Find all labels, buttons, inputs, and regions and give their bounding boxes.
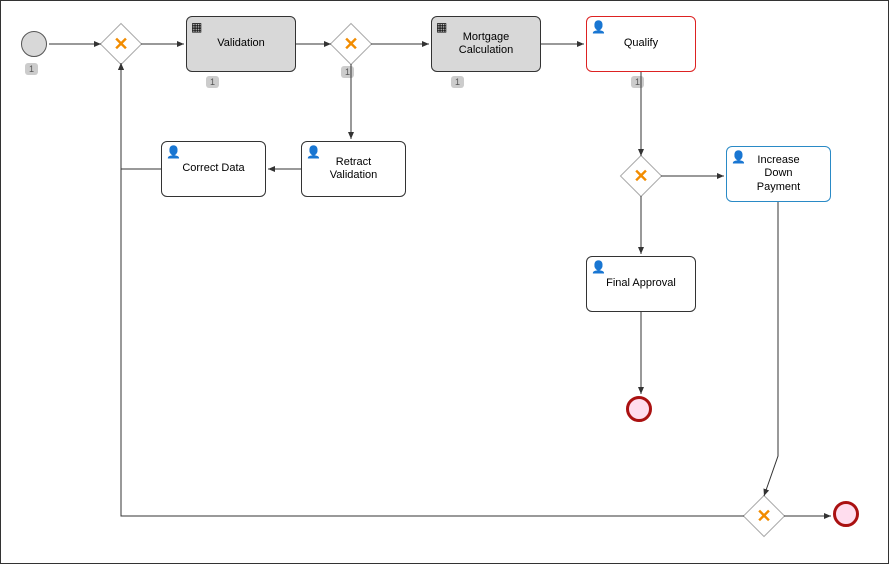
task-correct-label: Correct Data	[182, 162, 244, 175]
task-mortgage-calculation[interactable]: ▦ Mortgage Calculation	[431, 16, 541, 72]
gateway-4[interactable]: ✕	[749, 501, 779, 531]
user-icon: 👤	[306, 145, 321, 159]
gateway-3[interactable]: ✕	[626, 161, 656, 191]
end-event-1[interactable]	[626, 396, 652, 422]
task-qualify[interactable]: 👤 Qualify	[586, 16, 696, 72]
badge-start: 1	[25, 63, 38, 75]
task-increase-down-payment[interactable]: 👤 Increase Down Payment	[726, 146, 831, 202]
task-mortgage-label: Mortgage Calculation	[459, 31, 513, 57]
task-final-approval[interactable]: 👤 Final Approval	[586, 256, 696, 312]
task-validation[interactable]: ▦ Validation	[186, 16, 296, 72]
start-event[interactable]	[21, 31, 47, 57]
user-icon: 👤	[731, 150, 746, 164]
gateway-2[interactable]: ✕	[336, 29, 366, 59]
user-icon: 👤	[591, 20, 606, 34]
badge-mortgage: 1	[451, 76, 464, 88]
task-retract-validation[interactable]: 👤 Retract Validation	[301, 141, 406, 197]
bpmn-canvas: 1 ✕ ▦ Validation 1 ✕ 1 ▦ Mortgage Calcul…	[0, 0, 889, 564]
task-correct-data[interactable]: 👤 Correct Data	[161, 141, 266, 197]
task-retract-label: Retract Validation	[330, 156, 378, 182]
task-final-label: Final Approval	[606, 277, 676, 290]
task-qualify-label: Qualify	[624, 37, 658, 50]
badge-gw2: 1	[341, 66, 354, 78]
task-increase-label: Increase Down Payment	[757, 154, 800, 194]
business-rule-icon: ▦	[191, 20, 202, 34]
user-icon: 👤	[166, 145, 181, 159]
edges-layer	[1, 1, 888, 563]
gateway-1[interactable]: ✕	[106, 29, 136, 59]
badge-validation: 1	[206, 76, 219, 88]
business-rule-icon: ▦	[436, 20, 447, 34]
task-validation-label: Validation	[217, 37, 265, 50]
user-icon: 👤	[591, 260, 606, 274]
end-event-2[interactable]	[833, 501, 859, 527]
badge-qualify: 1	[631, 76, 644, 88]
